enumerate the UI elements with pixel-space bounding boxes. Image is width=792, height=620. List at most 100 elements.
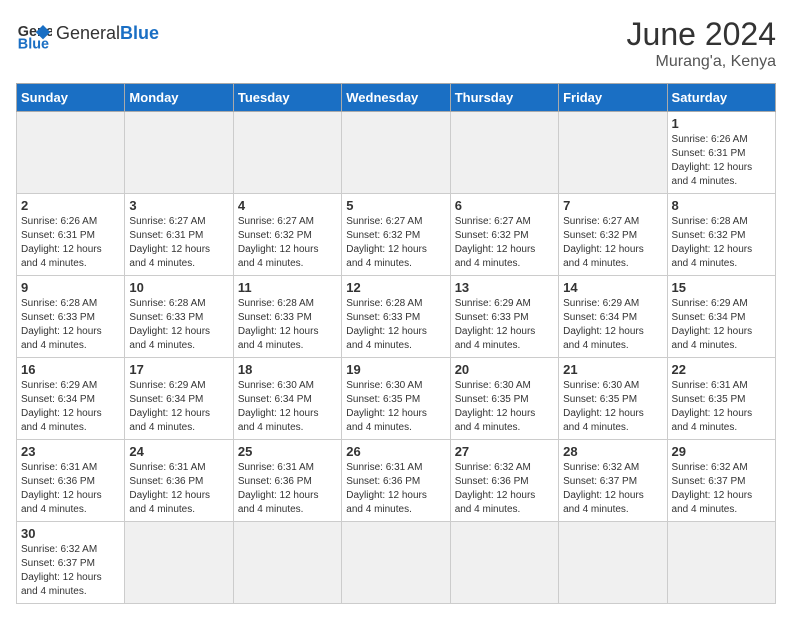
month-title: June 2024 — [627, 16, 776, 53]
day-number: 20 — [455, 362, 554, 377]
calendar-week-6: 30 Sunrise: 6:32 AMSunset: 6:37 PMDayligh… — [17, 522, 776, 604]
calendar-cell: 25Sunrise: 6:31 AMSunset: 6:36 PMDayligh… — [233, 440, 341, 522]
calendar-cell: 22Sunrise: 6:31 AMSunset: 6:35 PMDayligh… — [667, 358, 775, 440]
day-number: 3 — [129, 198, 228, 213]
day-info: Sunrise: 6:30 AMSunset: 6:35 PMDaylight:… — [455, 379, 554, 435]
calendar-table: SundayMondayTuesdayWednesdayThursdayFrid… — [16, 83, 776, 604]
day-number: 12 — [346, 280, 445, 295]
day-info: Sunrise: 6:29 AMSunset: 6:33 PMDaylight:… — [455, 297, 554, 353]
calendar-cell: 24 Sunrise: 6:31 AMSunset: 6:36 PMDayligh… — [125, 440, 233, 522]
day-info: Sunrise: 6:31 AMSunset: 6:36 PMDaylight:… — [346, 461, 445, 517]
day-number: 6 — [455, 198, 554, 213]
day-number: 9 — [21, 280, 120, 295]
day-number: 8 — [672, 198, 771, 213]
calendar-cell — [450, 112, 558, 194]
calendar-cell: 18 Sunrise: 6:30 AMSunset: 6:34 PMDayligh… — [233, 358, 341, 440]
weekday-header-wednesday: Wednesday — [342, 84, 450, 112]
calendar-week-3: 9 Sunrise: 6:28 AMSunset: 6:33 PMDaylight… — [17, 276, 776, 358]
calendar-week-5: 23 Sunrise: 6:31 AMSunset: 6:36 PMDayligh… — [17, 440, 776, 522]
location-title: Murang'a, Kenya — [627, 53, 776, 71]
day-info: Sunrise: 6:31 AMSunset: 6:36 PMDaylight:… — [238, 461, 337, 517]
day-number: 18 — [238, 362, 337, 377]
calendar-cell: 20 Sunrise: 6:30 AMSunset: 6:35 PMDayligh… — [450, 358, 558, 440]
calendar-cell: 9 Sunrise: 6:28 AMSunset: 6:33 PMDaylight… — [17, 276, 125, 358]
day-number: 30 — [21, 526, 120, 541]
day-number: 23 — [21, 444, 120, 459]
weekday-header-tuesday: Tuesday — [233, 84, 341, 112]
day-info: Sunrise: 6:27 AMSunset: 6:32 PMDaylight:… — [238, 215, 337, 271]
calendar-cell: 27 Sunrise: 6:32 AMSunset: 6:36 PMDayligh… — [450, 440, 558, 522]
day-number: 2 — [21, 198, 120, 213]
day-number: 24 — [129, 444, 228, 459]
calendar-week-4: 16 Sunrise: 6:29 AMSunset: 6:34 PMDayligh… — [17, 358, 776, 440]
calendar-week-2: 2 Sunrise: 6:26 AMSunset: 6:31 PMDaylight… — [17, 194, 776, 276]
day-info: Sunrise: 6:26 AMSunset: 6:31 PMDaylight:… — [672, 133, 771, 189]
calendar-cell: 19 Sunrise: 6:30 AMSunset: 6:35 PMDayligh… — [342, 358, 450, 440]
day-info: Sunrise: 6:29 AMSunset: 6:34 PMDaylight:… — [129, 379, 228, 435]
day-info: Sunrise: 6:32 AMSunset: 6:36 PMDaylight:… — [455, 461, 554, 517]
weekday-header-thursday: Thursday — [450, 84, 558, 112]
calendar-cell — [233, 522, 341, 604]
calendar-cell: 2 Sunrise: 6:26 AMSunset: 6:31 PMDaylight… — [17, 194, 125, 276]
logo: General Blue GeneralBlue — [16, 16, 159, 52]
calendar-cell: 12 Sunrise: 6:28 AMSunset: 6:33 PMDayligh… — [342, 276, 450, 358]
day-info: Sunrise: 6:28 AMSunset: 6:33 PMDaylight:… — [238, 297, 337, 353]
header: General Blue GeneralBlue June 2024 Muran… — [16, 16, 776, 71]
day-info: Sunrise: 6:31 AMSunset: 6:35 PMDaylight:… — [672, 379, 771, 435]
calendar-cell: 1 Sunrise: 6:26 AMSunset: 6:31 PMDaylight… — [667, 112, 775, 194]
day-number: 14 — [563, 280, 662, 295]
calendar-cell — [125, 112, 233, 194]
day-number: 27 — [455, 444, 554, 459]
weekday-header-friday: Friday — [559, 84, 667, 112]
day-info: Sunrise: 6:29 AMSunset: 6:34 PMDaylight:… — [563, 297, 662, 353]
weekday-header-monday: Monday — [125, 84, 233, 112]
calendar-cell: 28Sunrise: 6:32 AMSunset: 6:37 PMDayligh… — [559, 440, 667, 522]
day-number: 10 — [129, 280, 228, 295]
day-info: Sunrise: 6:28 AMSunset: 6:33 PMDaylight:… — [21, 297, 120, 353]
day-number: 13 — [455, 280, 554, 295]
logo-text: GeneralBlue — [56, 23, 159, 45]
calendar-cell: 15 Sunrise: 6:29 AMSunset: 6:34 PMDayligh… — [667, 276, 775, 358]
calendar-cell: 14 Sunrise: 6:29 AMSunset: 6:34 PMDayligh… — [559, 276, 667, 358]
calendar-cell: 6 Sunrise: 6:27 AMSunset: 6:32 PMDaylight… — [450, 194, 558, 276]
svg-text:Blue: Blue — [18, 36, 49, 52]
calendar-cell: 3Sunrise: 6:27 AMSunset: 6:31 PMDaylight… — [125, 194, 233, 276]
day-info: Sunrise: 6:30 AMSunset: 6:35 PMDaylight:… — [346, 379, 445, 435]
day-number: 26 — [346, 444, 445, 459]
day-number: 7 — [563, 198, 662, 213]
weekday-header-sunday: Sunday — [17, 84, 125, 112]
day-number: 1 — [672, 116, 771, 131]
day-number: 15 — [672, 280, 771, 295]
calendar-cell — [559, 112, 667, 194]
day-info: Sunrise: 6:27 AMSunset: 6:32 PMDaylight:… — [455, 215, 554, 271]
calendar-cell: 8Sunrise: 6:28 AMSunset: 6:32 PMDaylight… — [667, 194, 775, 276]
calendar-cell — [125, 522, 233, 604]
day-info: Sunrise: 6:32 AMSunset: 6:37 PMDaylight:… — [21, 543, 120, 599]
day-info: Sunrise: 6:32 AMSunset: 6:37 PMDaylight:… — [672, 461, 771, 517]
calendar-cell: 4 Sunrise: 6:27 AMSunset: 6:32 PMDaylight… — [233, 194, 341, 276]
day-info: Sunrise: 6:30 AMSunset: 6:34 PMDaylight:… — [238, 379, 337, 435]
day-number: 4 — [238, 198, 337, 213]
weekday-header-saturday: Saturday — [667, 84, 775, 112]
calendar-cell — [342, 522, 450, 604]
day-number: 29 — [672, 444, 771, 459]
day-info: Sunrise: 6:29 AMSunset: 6:34 PMDaylight:… — [672, 297, 771, 353]
calendar-cell: 7Sunrise: 6:27 AMSunset: 6:32 PMDaylight… — [559, 194, 667, 276]
day-info: Sunrise: 6:31 AMSunset: 6:36 PMDaylight:… — [129, 461, 228, 517]
day-number: 21 — [563, 362, 662, 377]
weekday-header-row: SundayMondayTuesdayWednesdayThursdayFrid… — [17, 84, 776, 112]
day-number: 16 — [21, 362, 120, 377]
day-number: 19 — [346, 362, 445, 377]
calendar-cell: 10Sunrise: 6:28 AMSunset: 6:33 PMDayligh… — [125, 276, 233, 358]
calendar-cell: 29 Sunrise: 6:32 AMSunset: 6:37 PMDayligh… — [667, 440, 775, 522]
day-number: 5 — [346, 198, 445, 213]
calendar-cell: 30 Sunrise: 6:32 AMSunset: 6:37 PMDayligh… — [17, 522, 125, 604]
day-number: 17 — [129, 362, 228, 377]
calendar-cell: 5Sunrise: 6:27 AMSunset: 6:32 PMDaylight… — [342, 194, 450, 276]
day-info: Sunrise: 6:31 AMSunset: 6:36 PMDaylight:… — [21, 461, 120, 517]
calendar-cell — [233, 112, 341, 194]
day-info: Sunrise: 6:26 AMSunset: 6:31 PMDaylight:… — [21, 215, 120, 271]
calendar-cell — [17, 112, 125, 194]
day-info: Sunrise: 6:28 AMSunset: 6:33 PMDaylight:… — [346, 297, 445, 353]
calendar-cell — [667, 522, 775, 604]
